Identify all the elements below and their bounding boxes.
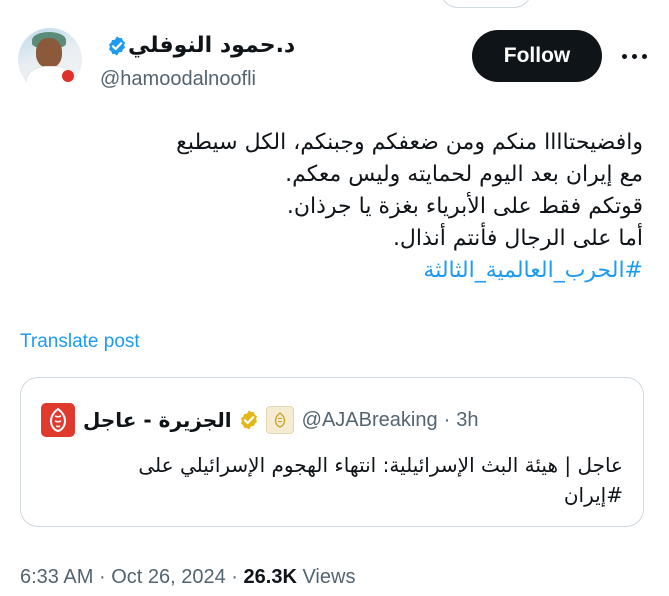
avatar-face bbox=[36, 38, 62, 68]
quoted-tweet-header: الجزيرة - عاجل @AJABreaking · 3h bbox=[41, 400, 479, 440]
quoted-text-line-2: #إيران bbox=[563, 483, 623, 507]
quoted-tweet[interactable]: الجزيرة - عاجل @AJABreaking · 3h عاجل | … bbox=[20, 377, 644, 527]
partial-button-above bbox=[440, 0, 532, 8]
more-horizontal-icon[interactable] bbox=[618, 40, 650, 72]
affiliate-badge-icon bbox=[265, 406, 294, 434]
quoted-time[interactable]: 3h bbox=[456, 409, 478, 432]
tweet-header: د.حمود النوفلي @hamoodalnoofli Follow bbox=[18, 28, 658, 100]
quoted-separator: · bbox=[443, 408, 451, 431]
tweet-body: وافضيحتاااا منكم ومن ضعفكم وجبنكم، الكل … bbox=[23, 127, 643, 287]
author-name-row[interactable]: د.حمود النوفلي bbox=[100, 33, 295, 58]
author-name[interactable]: د.حمود النوفلي bbox=[128, 33, 295, 58]
aljazeera-logo-icon bbox=[49, 407, 67, 433]
tweet-line-3: قوتكم فقط على الأبرياء بغزة يا جرذان. bbox=[286, 194, 643, 219]
avatar-heart bbox=[62, 70, 74, 82]
author-handle[interactable]: @hamoodalnoofli bbox=[100, 68, 256, 91]
tweet-meta: 6:33 AM · Oct 26, 2024 · 26.3K Views bbox=[20, 566, 355, 589]
views-label: Views bbox=[302, 566, 356, 588]
hashtag-link[interactable]: #الحرب_العالمية_الثالثة bbox=[23, 255, 643, 287]
tweet-line-1: وافضيحتاااا منكم ومن ضعفكم وجبنكم، الكل … bbox=[176, 130, 643, 155]
quoted-author-name[interactable]: الجزيرة - عاجل bbox=[83, 408, 232, 432]
verified-badge-icon bbox=[109, 35, 125, 56]
quoted-text-line-1: عاجل | هيئة البث الإسرائيلية: انتهاء اله… bbox=[138, 453, 623, 477]
gold-verified-badge-icon bbox=[240, 410, 257, 430]
tweet-line-4: أما على الرجال فأنتم أنذال. bbox=[392, 226, 643, 251]
follow-button[interactable]: Follow bbox=[472, 30, 602, 82]
quoted-author-handle[interactable]: @AJABreaking bbox=[302, 409, 438, 432]
meta-separator-2: · bbox=[231, 566, 238, 588]
views-count: 26.3K bbox=[243, 566, 297, 588]
quoted-tweet-text: عاجل | هيئة البث الإسرائيلية: انتهاء اله… bbox=[43, 450, 623, 510]
post-date[interactable]: Oct 26, 2024 bbox=[111, 566, 226, 588]
avatar[interactable] bbox=[18, 28, 82, 92]
translate-post-link[interactable]: Translate post bbox=[20, 331, 140, 353]
post-time[interactable]: 6:33 AM bbox=[20, 566, 93, 588]
aljazeera-avatar[interactable] bbox=[41, 403, 75, 437]
tweet-line-2: مع إيران بعد اليوم لحمايته وليس معكم. bbox=[285, 162, 643, 187]
meta-separator-1: · bbox=[98, 566, 106, 588]
